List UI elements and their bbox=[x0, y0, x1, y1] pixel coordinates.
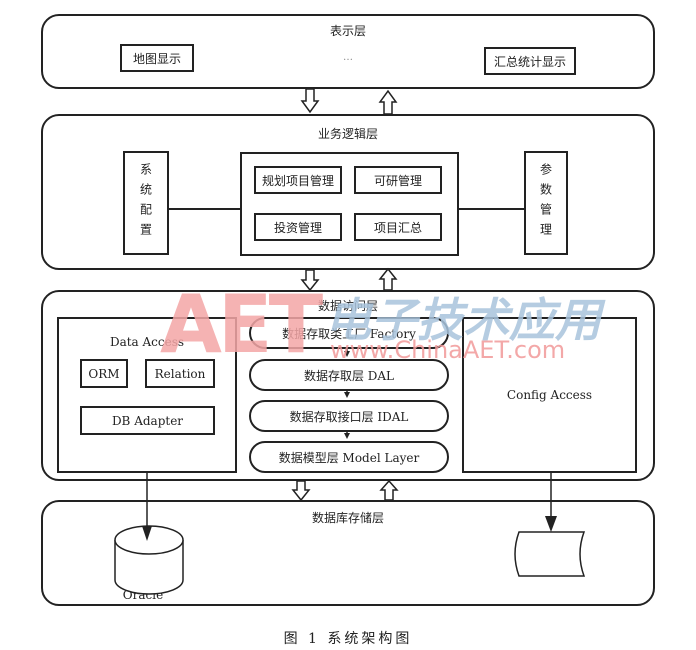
database-storage-layer-title: 数据库存储层 bbox=[311, 511, 384, 525]
figure-caption: 图 1 系统架构图 bbox=[283, 631, 413, 647]
idal-pill: 数据存取接口层 IDAL bbox=[249, 400, 449, 432]
up-hollow-arrow-1 bbox=[378, 89, 398, 115]
down-hollow-arrow-3 bbox=[291, 480, 311, 502]
system-config-box: 系统配置 bbox=[123, 151, 169, 255]
feasibility-mgmt-box: 可研管理 bbox=[354, 166, 442, 194]
connector-line-right bbox=[459, 208, 525, 210]
data-access-layer-title: 数据访问层 bbox=[317, 299, 378, 313]
config-access-box: Config Access bbox=[462, 317, 637, 473]
investment-mgmt-box: 投资管理 bbox=[254, 213, 342, 241]
summary-stats-display-box: 汇总统计显示 bbox=[484, 47, 576, 75]
ellipsis-text: … bbox=[343, 52, 353, 63]
data-access-title: Data Access bbox=[109, 335, 185, 349]
data-access-layer: 数据访问层 Data Access ORM Relation DB Adapte… bbox=[41, 290, 655, 481]
data-access-box: Data Access ORM Relation DB Adapter bbox=[57, 317, 237, 473]
dal-pill: 数据存取层 DAL bbox=[249, 359, 449, 391]
business-logic-layer: 业务逻辑层 系统配置 规划项目管理 可研管理 投资管理 项目汇总 参数管理 bbox=[41, 114, 655, 270]
presentation-layer-title: 表示层 bbox=[329, 24, 366, 38]
model-layer-pill: 数据模型层 Model Layer bbox=[249, 441, 449, 473]
relation-box: Relation bbox=[145, 359, 215, 388]
planning-project-mgmt-box: 规划项目管理 bbox=[254, 166, 342, 194]
down-hollow-arrow-2 bbox=[300, 269, 320, 292]
orm-box: ORM bbox=[80, 359, 128, 388]
database-storage-layer: 数据库存储层 Oracle XML bbox=[41, 500, 655, 606]
db-adapter-box: DB Adapter bbox=[80, 406, 215, 435]
parameter-mgmt-box: 参数管理 bbox=[524, 151, 568, 255]
parameter-mgmt-label: 参数管理 bbox=[538, 163, 553, 243]
up-hollow-arrow-3 bbox=[379, 479, 399, 501]
up-hollow-arrow-2 bbox=[378, 267, 398, 291]
connector-line-left bbox=[169, 208, 241, 210]
factory-pill: 数据存取类工厂 Factory bbox=[249, 317, 449, 349]
down-hollow-arrow-1 bbox=[300, 88, 320, 114]
project-summary-box: 项目汇总 bbox=[354, 213, 442, 241]
system-config-label: 系统配置 bbox=[138, 163, 153, 243]
oracle-label: Oracle bbox=[122, 588, 164, 602]
xml-label: XML bbox=[533, 544, 563, 558]
business-logic-layer-title: 业务逻辑层 bbox=[317, 127, 378, 141]
presentation-layer: 表示层 地图显示 … 汇总统计显示 bbox=[41, 14, 655, 89]
map-display-box: 地图显示 bbox=[120, 44, 194, 72]
